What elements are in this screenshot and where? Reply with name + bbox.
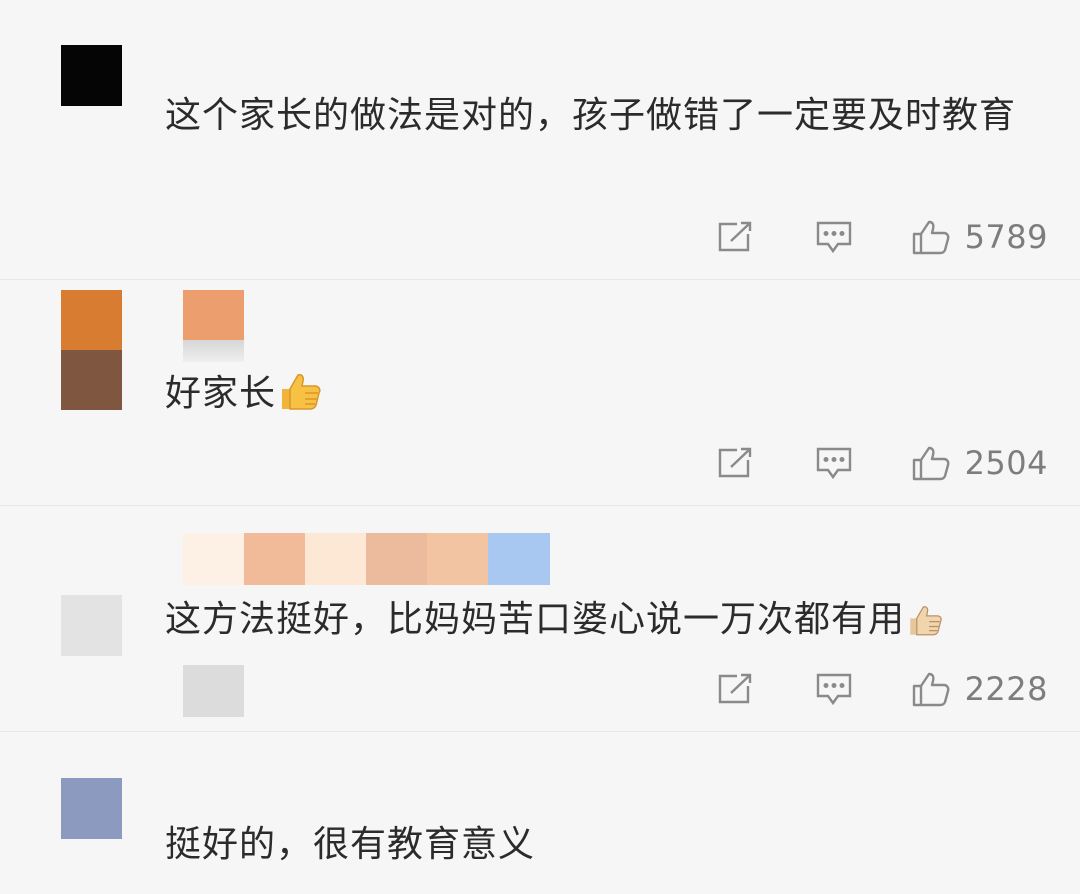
share-icon	[717, 447, 753, 479]
divider	[0, 731, 1080, 732]
username-mosaic	[183, 290, 244, 340]
username-mosaic	[244, 533, 305, 585]
comment-icon	[815, 446, 853, 480]
username-mosaic	[183, 665, 244, 717]
reply-button[interactable]	[815, 220, 853, 254]
username-mosaic	[427, 533, 488, 585]
comment-actions: 2228	[717, 664, 1048, 714]
divider	[0, 279, 1080, 280]
share-button[interactable]	[717, 447, 753, 479]
comment-text: 这方法挺好，比妈妈苦口婆心说一万次都有用	[165, 592, 1035, 654]
comment-icon	[815, 220, 853, 254]
comment-text: 好家长	[165, 366, 1035, 428]
comment-text-content: 这个家长的做法是对的，孩子做错了一定要及时教育	[165, 95, 1017, 136]
like-count: 5789	[964, 218, 1048, 256]
comment-actions: 5789	[717, 212, 1048, 262]
like-count: 2228	[964, 670, 1048, 708]
like-icon	[911, 445, 951, 481]
like-button[interactable]: 5789	[911, 218, 1048, 256]
username-mosaic	[183, 533, 244, 585]
reply-button[interactable]	[815, 446, 853, 480]
share-button[interactable]	[717, 221, 753, 253]
comment-text: 挺好的，很有教育意义	[165, 817, 1035, 873]
username-mosaic	[488, 533, 550, 585]
comment-text-content: 好家长	[165, 373, 277, 414]
like-button[interactable]: 2228	[911, 670, 1048, 708]
avatar[interactable]	[61, 595, 122, 656]
username-mosaic	[305, 533, 366, 585]
share-icon	[717, 221, 753, 253]
avatar[interactable]	[61, 778, 122, 839]
avatar[interactable]	[61, 45, 122, 106]
thumbs-up-emoji	[278, 371, 322, 428]
username-mosaic	[183, 340, 244, 362]
comment-text: 这个家长的做法是对的，孩子做错了一定要及时教育	[165, 88, 1035, 144]
like-count: 2504	[964, 444, 1048, 482]
share-button[interactable]	[717, 673, 753, 705]
reply-button[interactable]	[815, 672, 853, 706]
like-icon	[911, 219, 951, 255]
comment-actions: 2504	[717, 438, 1048, 488]
username-mosaic	[366, 533, 427, 585]
like-icon	[911, 671, 951, 707]
comment-text-content: 这方法挺好，比妈妈苦口婆心说一万次都有用	[165, 599, 906, 640]
avatar[interactable]	[61, 290, 122, 410]
comment-icon	[815, 672, 853, 706]
comment-text-content: 挺好的，很有教育意义	[165, 824, 536, 865]
like-button[interactable]: 2504	[911, 444, 1048, 482]
share-icon	[717, 673, 753, 705]
divider	[0, 505, 1080, 506]
thumbs-up-emoji	[907, 598, 943, 654]
